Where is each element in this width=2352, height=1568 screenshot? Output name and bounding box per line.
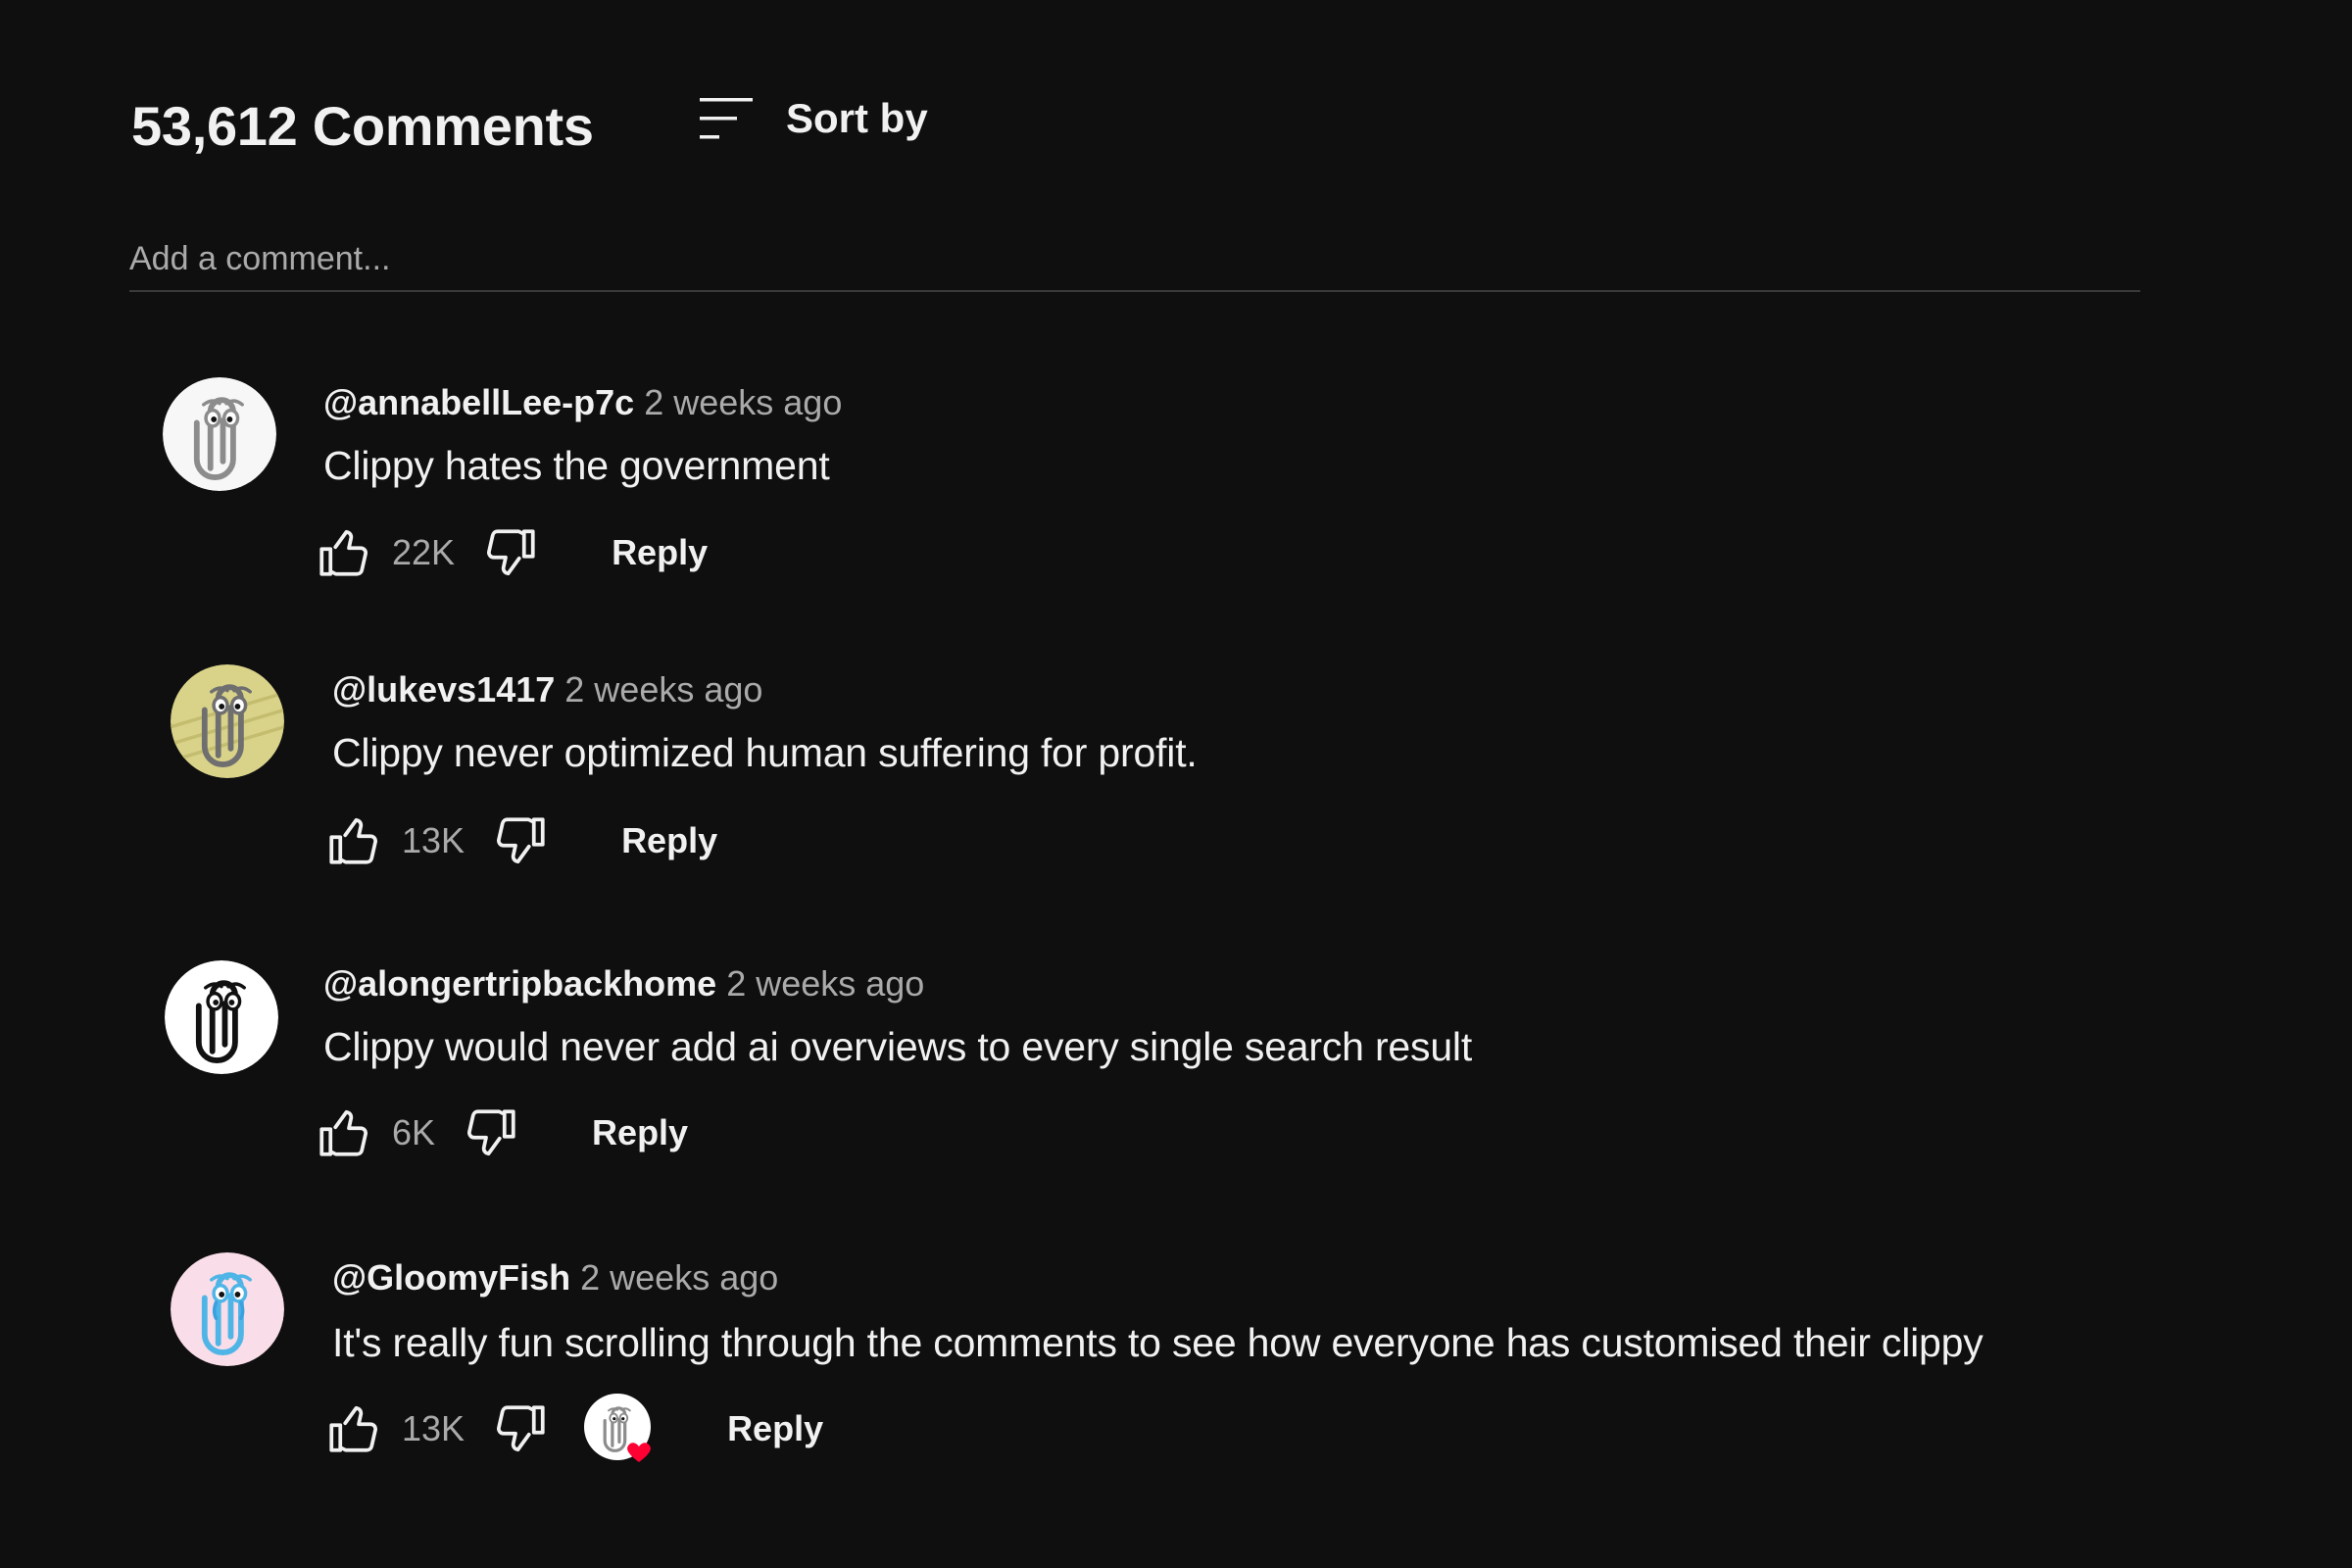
comment-actions: 13K Reply <box>325 1392 823 1466</box>
comment-author[interactable]: @lukevs1417 <box>332 669 555 710</box>
comment-meta: @GloomyFish 2 weeks ago <box>332 1257 778 1298</box>
thumbs-down-icon[interactable] <box>490 1399 549 1458</box>
comment-meta: @annabellLee-p7c 2 weeks ago <box>323 382 842 423</box>
creator-heart-icon <box>584 1394 652 1462</box>
reply-button[interactable]: Reply <box>727 1408 823 1449</box>
comment-author[interactable]: @alongertripbackhome <box>323 963 716 1004</box>
clippy-avatar-icon <box>171 1252 284 1366</box>
like-count: 13K <box>402 1408 466 1448</box>
reply-button[interactable]: Reply <box>612 532 708 573</box>
comment-time: 2 weeks ago <box>580 1257 779 1298</box>
like-count: 13K <box>402 820 466 860</box>
avatar[interactable] <box>171 1252 284 1366</box>
like-count: 22K <box>392 532 456 572</box>
comment-count-heading: 53,612 Comments <box>131 95 594 157</box>
comment-actions: 22K Reply <box>316 523 708 582</box>
comment-time: 2 weeks ago <box>726 963 925 1004</box>
thumbs-down-icon[interactable] <box>480 523 539 582</box>
sort-by-label: Sort by <box>786 95 928 141</box>
comment-text: It's really fun scrolling through the co… <box>332 1320 1984 1365</box>
comment-meta: @alongertripbackhome 2 weeks ago <box>323 963 924 1004</box>
avatar[interactable] <box>163 377 276 491</box>
add-comment-input[interactable] <box>129 231 2140 286</box>
thumbs-up-icon[interactable] <box>316 1103 374 1162</box>
thumbs-down-icon[interactable] <box>461 1103 519 1162</box>
comment-text: Clippy never optimized human suffering f… <box>332 730 1198 775</box>
comment-actions: 13K Reply <box>325 811 717 870</box>
reply-button[interactable]: Reply <box>621 820 717 861</box>
comment-text: Clippy would never add ai overviews to e… <box>323 1024 1473 1069</box>
avatar[interactable] <box>171 664 284 778</box>
sort-by-button[interactable]: Sort by <box>698 94 928 143</box>
sort-icon <box>700 98 753 139</box>
clippy-avatar-icon <box>163 377 276 491</box>
comment-author[interactable]: @GloomyFish <box>332 1257 570 1298</box>
comment-time: 2 weeks ago <box>644 382 843 422</box>
add-comment-box <box>129 231 2140 292</box>
like-count: 6K <box>392 1112 436 1152</box>
thumbs-down-icon[interactable] <box>490 811 549 870</box>
avatar[interactable] <box>165 960 278 1074</box>
comment-author[interactable]: @annabellLee-p7c <box>323 382 634 422</box>
thumbs-up-icon[interactable] <box>316 523 374 582</box>
comment-meta: @lukevs1417 2 weeks ago <box>332 669 762 710</box>
thumbs-up-icon[interactable] <box>325 1399 384 1458</box>
creator-heart-badge <box>582 1392 657 1466</box>
comment-actions: 6K Reply <box>316 1103 688 1162</box>
comment-text: Clippy hates the government <box>323 443 830 488</box>
comments-section: 53,612 Comments Sort by @annabellLee-p7c… <box>0 0 2352 1568</box>
reply-button[interactable]: Reply <box>592 1112 688 1153</box>
clippy-avatar-icon <box>171 664 284 778</box>
thumbs-up-icon[interactable] <box>325 811 384 870</box>
comment-time: 2 weeks ago <box>564 669 763 710</box>
clippy-avatar-icon <box>165 960 278 1074</box>
